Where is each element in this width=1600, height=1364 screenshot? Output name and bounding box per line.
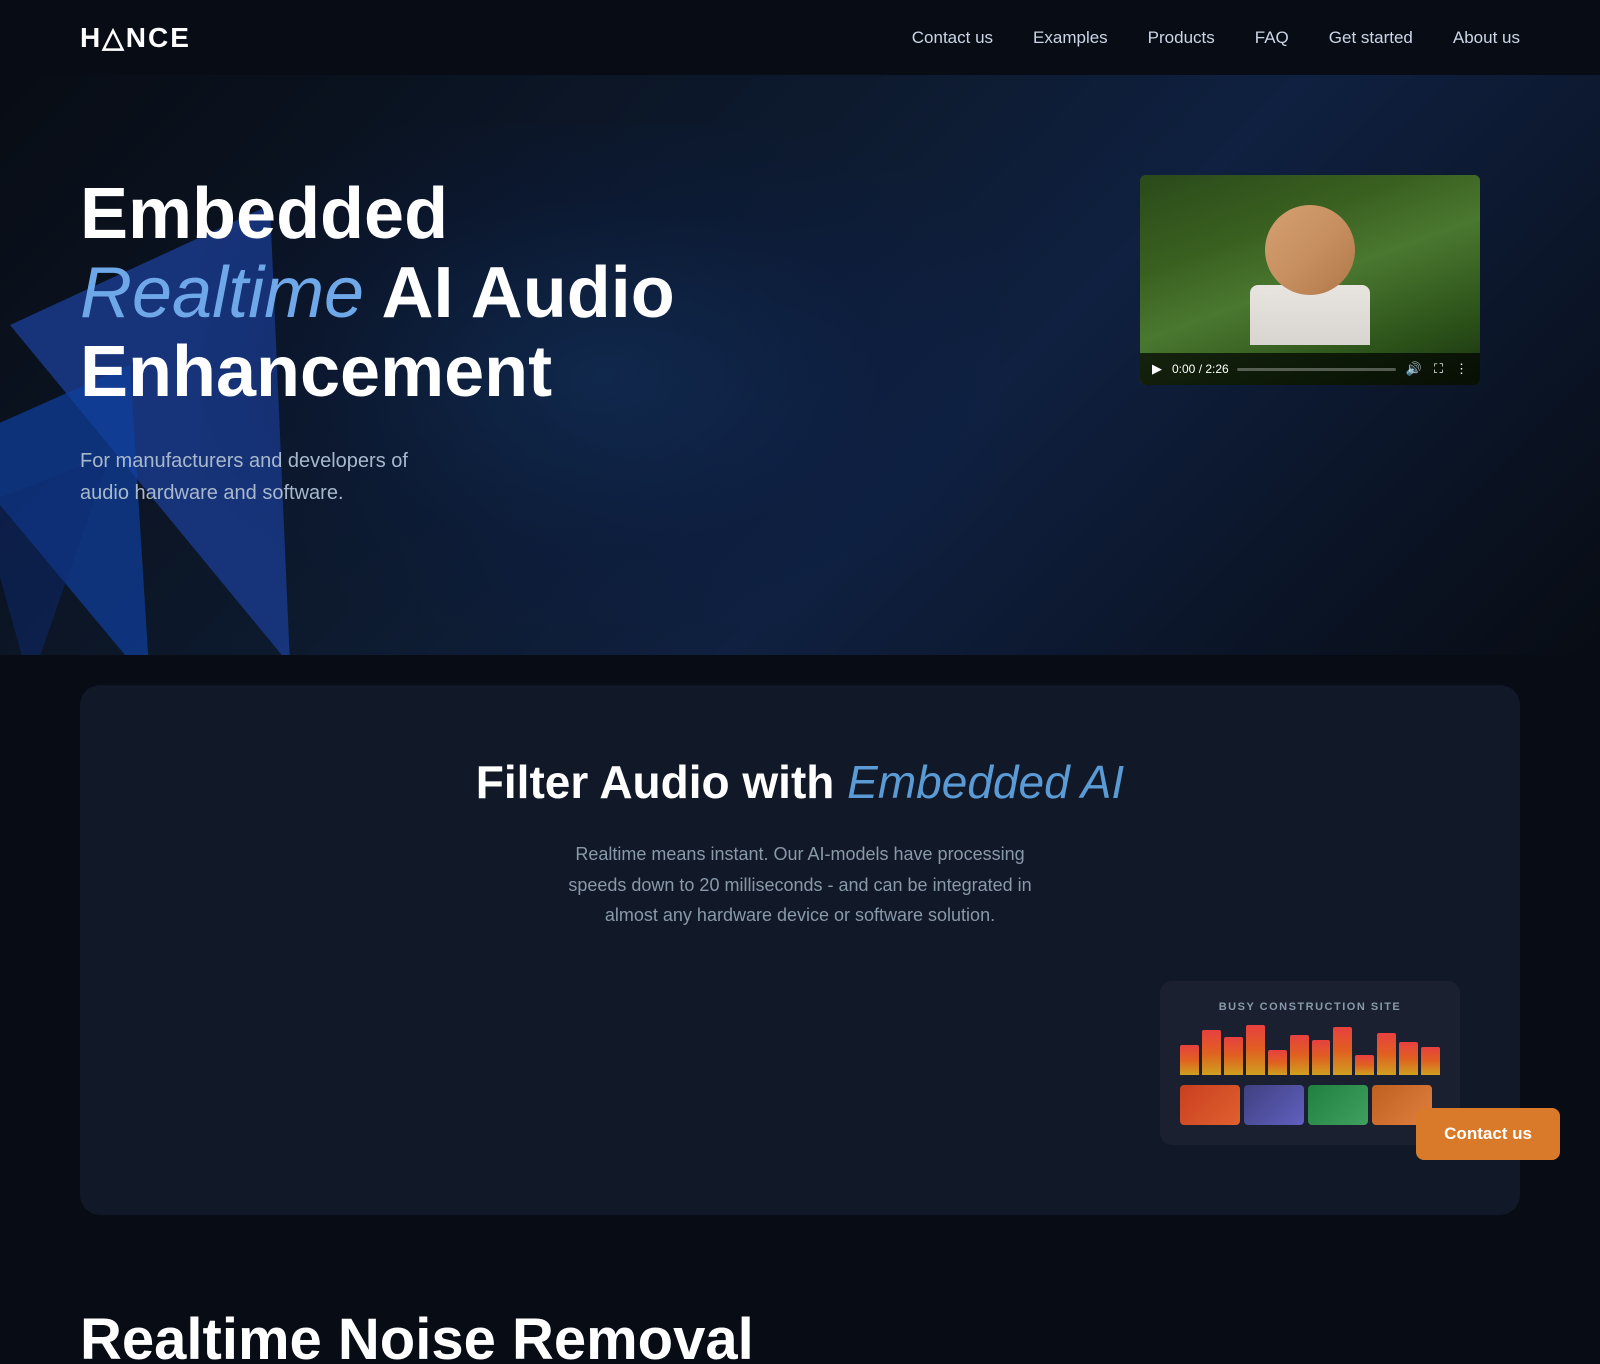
card-preview: BUSY CONSTRUCTION SITE: [1160, 981, 1460, 1145]
navbar: H△NCE Contact us Examples Products FAQ G…: [0, 0, 1600, 75]
video-options-button[interactable]: ⋮: [1453, 359, 1470, 379]
hero-section: Embedded Realtime AI Audio Enhancement F…: [0, 75, 1600, 655]
card-label: BUSY CONSTRUCTION SITE: [1180, 1001, 1440, 1013]
video-time: 0:00 / 2:26: [1172, 362, 1229, 376]
spectrum-bar: [1399, 1042, 1418, 1075]
hero-text-block: Embedded Realtime AI Audio Enhancement F…: [80, 155, 675, 509]
hero-title-line3: Enhancement: [80, 332, 552, 412]
spectrum-bar: [1246, 1025, 1265, 1075]
realtime-noise-removal: Realtime Noise Removal: [80, 1307, 754, 1364]
contact-float-button[interactable]: Contact us: [1416, 1108, 1560, 1160]
nav-item-examples[interactable]: Examples: [1033, 28, 1108, 48]
spectrum-bar: [1224, 1037, 1243, 1075]
hero-title-italic: Realtime: [80, 253, 364, 333]
logo-text: H△NCE: [80, 21, 191, 54]
spectrum-bar: [1268, 1050, 1287, 1075]
logo-triangle: △: [102, 22, 126, 53]
spectrum-bar: [1421, 1047, 1440, 1075]
spectrum-bar: [1180, 1045, 1199, 1075]
nav-item-faq[interactable]: FAQ: [1255, 28, 1289, 48]
filter-title: Filter Audio with Embedded AI: [120, 755, 1480, 809]
card-spectrum: [1180, 1025, 1440, 1075]
noise-section: Realtime Noise Removal: [0, 1245, 1600, 1364]
nav-link-get-started[interactable]: Get started: [1329, 28, 1413, 47]
noise-removal-title: Realtime Noise Removal: [80, 1305, 754, 1364]
nav-link-about[interactable]: About us: [1453, 28, 1520, 47]
video-controls: ▶ 0:00 / 2:26 🔊 ⛶ ⋮: [1140, 353, 1480, 385]
hero-title: Embedded Realtime AI Audio Enhancement: [80, 175, 675, 413]
filter-section: Filter Audio with Embedded AI Realtime m…: [80, 685, 1520, 1215]
hero-right: ▶ 0:00 / 2:26 🔊 ⛶ ⋮: [1140, 155, 1520, 385]
hero-title-line2: AI Audio: [364, 253, 675, 333]
nav-link-contact[interactable]: Contact us: [912, 28, 993, 47]
card-thumbnails: [1180, 1085, 1440, 1125]
nav-item-products[interactable]: Products: [1148, 28, 1215, 48]
spectrum-bar: [1355, 1055, 1374, 1075]
spectrum-bar: [1290, 1035, 1309, 1075]
filter-title-italic: Embedded AI: [847, 756, 1124, 808]
spectrum-bar: [1202, 1030, 1221, 1075]
video-play-button[interactable]: ▶: [1150, 359, 1164, 379]
nav-links: Contact us Examples Products FAQ Get sta…: [912, 28, 1520, 48]
nav-item-contact[interactable]: Contact us: [912, 28, 993, 48]
logo[interactable]: H△NCE: [80, 21, 191, 54]
hero-title-line1: Embedded: [80, 174, 448, 254]
spectrum-bar: [1312, 1040, 1331, 1075]
video-frame: ▶ 0:00 / 2:26 🔊 ⛶ ⋮: [1140, 175, 1480, 385]
video-player[interactable]: ▶ 0:00 / 2:26 🔊 ⛶ ⋮: [1140, 175, 1480, 385]
filter-description: Realtime means instant. Our AI-models ha…: [550, 839, 1050, 931]
nav-item-about[interactable]: About us: [1453, 28, 1520, 48]
nav-link-products[interactable]: Products: [1148, 28, 1215, 47]
filter-title-normal: Filter Audio with: [476, 756, 847, 808]
video-progress-bar[interactable]: [1237, 368, 1396, 371]
nav-item-get-started[interactable]: Get started: [1329, 28, 1413, 48]
nav-link-examples[interactable]: Examples: [1033, 28, 1108, 47]
video-fullscreen-button[interactable]: ⛶: [1432, 359, 1445, 379]
spectrum-bar: [1333, 1027, 1352, 1075]
spectrum-bar: [1377, 1033, 1396, 1075]
video-mute-button[interactable]: 🔊: [1404, 359, 1424, 379]
nav-link-faq[interactable]: FAQ: [1255, 28, 1289, 47]
hero-subtitle: For manufacturers and developers of audi…: [80, 445, 460, 509]
